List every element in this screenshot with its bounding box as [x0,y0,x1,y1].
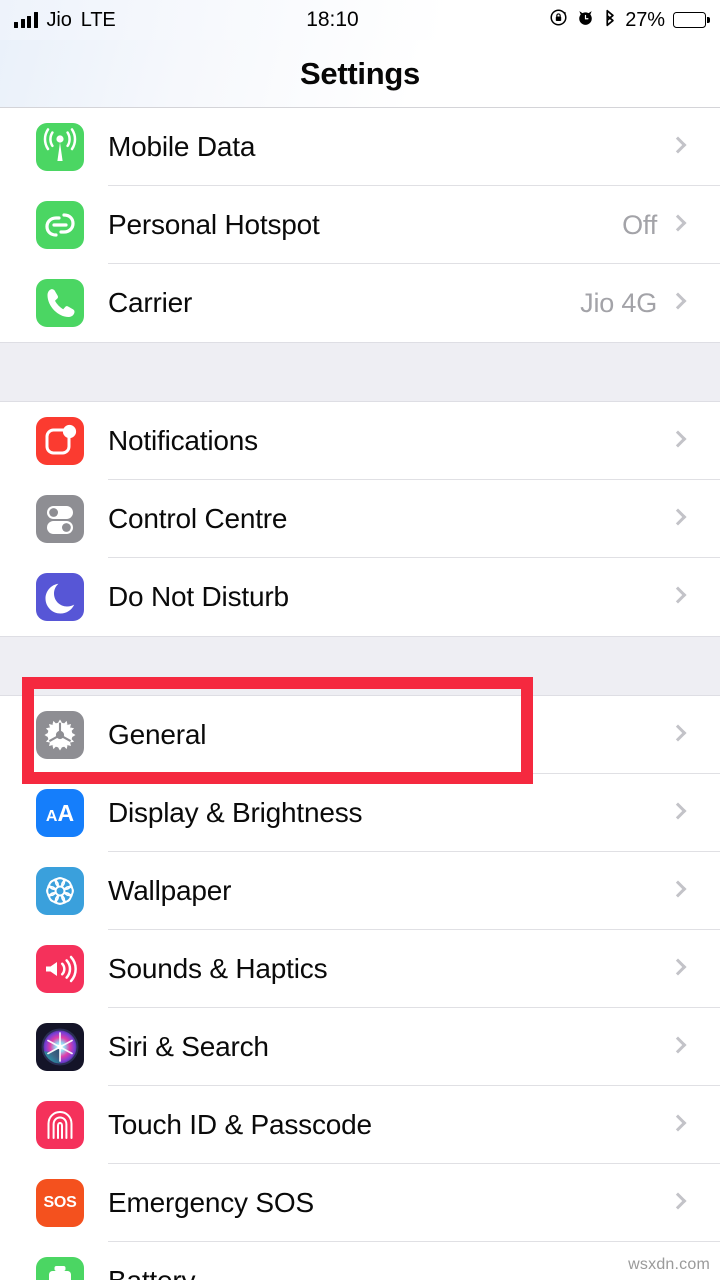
row-accessory [671,136,720,158]
siri-orb-icon [36,1023,84,1071]
sos-icon: SOS [36,1179,84,1227]
row-accessory [671,724,720,746]
watermark: wsxdn.com [628,1256,710,1273]
settings-row-siri-search[interactable]: Siri & Search [0,1008,720,1086]
phone-handset-icon [36,279,84,327]
settings-group-alerts: Notifications Control Centre Do Not Dist… [0,402,720,636]
network-type: LTE [80,8,116,31]
bluetooth-icon [603,8,617,33]
sos-glyph: SOS [43,1194,77,1211]
row-label: Touch ID & Passcode [108,1109,372,1140]
cellular-antenna-icon [36,123,84,171]
hotspot-link-icon [36,201,84,249]
status-bar-right: 27% [549,8,710,33]
row-detail-value: Jio 4G [580,287,657,318]
chevron-right-icon [671,136,684,158]
chevron-right-icon [671,214,684,236]
settings-row-sounds-haptics[interactable]: Sounds & Haptics [0,930,720,1008]
chevron-right-icon [671,1114,684,1136]
row-label: Battery [108,1265,196,1280]
row-accessory [671,880,720,902]
row-label: General [108,719,207,750]
row-accessory: Off [622,210,720,241]
clock-time: 18:10 [306,8,359,31]
rotation-lock-icon [549,8,568,32]
chevron-right-icon [671,586,684,608]
settings-row-mobile-data[interactable]: Mobile Data [0,108,720,186]
notification-badge-icon [36,417,84,465]
row-accessory [671,508,720,530]
row-label: Do Not Disturb [108,581,289,612]
chevron-right-icon [671,880,684,902]
flower-mandala-icon [36,867,84,915]
chevron-right-icon [671,430,684,452]
crescent-moon-icon [36,573,84,621]
row-detail-value: Off [622,209,657,240]
settings-group-connectivity: Mobile Data Personal Hotspot Off Carrier J… [0,108,720,342]
row-label: Mobile Data [108,131,256,162]
settings-list: Mobile Data Personal Hotspot Off Carrier J… [0,108,720,1280]
aa-glyph: AA [45,799,75,826]
signal-bars-icon [14,12,38,28]
row-label: Siri & Search [108,1031,269,1062]
chevron-right-icon [671,724,684,746]
settings-group-device: General AA Display & Brightness Wallpaper [0,696,720,1280]
toggle-switches-icon [36,495,84,543]
status-bar-left: Jio LTE [14,9,116,32]
row-accessory [671,1192,720,1214]
settings-row-personal-hotspot[interactable]: Personal Hotspot Off [0,186,720,264]
settings-row-touch-id-passcode[interactable]: Touch ID & Passcode [0,1086,720,1164]
group-separator [0,342,720,402]
row-accessory [671,802,720,824]
row-label: Sounds & Haptics [108,953,328,984]
row-accessory: Jio 4G [580,288,720,319]
speaker-waves-icon [36,945,84,993]
row-label: Emergency SOS [108,1187,314,1218]
page-title: Settings [300,56,420,91]
settings-row-general[interactable]: General [0,696,720,774]
fingerprint-icon [36,1101,84,1149]
chevron-right-icon [671,1192,684,1214]
settings-row-do-not-disturb[interactable]: Do Not Disturb [0,558,720,636]
battery-green-icon [36,1257,84,1280]
chevron-right-icon [671,958,684,980]
battery-percent-label: 27% [625,8,665,31]
alarm-clock-icon [576,8,595,32]
text-size-aa-icon: AA [36,789,84,837]
row-label: Control Centre [108,503,288,534]
row-label: Wallpaper [108,875,232,906]
row-accessory [671,430,720,452]
settings-row-carrier[interactable]: Carrier Jio 4G [0,264,720,342]
ios-settings-screen: Jio LTE 18:10 27% Settings Mobile Data P… [0,0,720,1280]
gear-icon [36,711,84,759]
group-separator [0,636,720,696]
settings-row-battery[interactable]: Battery [0,1242,720,1280]
chevron-right-icon [671,508,684,530]
chevron-right-icon [671,802,684,824]
battery-icon [673,12,710,28]
carrier-name: Jio [46,8,72,31]
navigation-bar: Settings [0,40,720,108]
row-label: Notifications [108,425,258,456]
row-label: Personal Hotspot [108,209,320,240]
settings-row-emergency-sos[interactable]: SOS Emergency SOS [0,1164,720,1242]
settings-row-control-centre[interactable]: Control Centre [0,480,720,558]
row-accessory [671,1036,720,1058]
status-bar: Jio LTE 18:10 27% [0,0,720,40]
settings-row-wallpaper[interactable]: Wallpaper [0,852,720,930]
settings-row-display-brightness[interactable]: AA Display & Brightness [0,774,720,852]
chevron-right-icon [671,1036,684,1058]
settings-row-notifications[interactable]: Notifications [0,402,720,480]
chevron-right-icon [671,292,684,314]
row-label: Display & Brightness [108,797,363,828]
row-accessory [671,586,720,608]
status-bar-center: 18:10 [116,8,550,32]
row-accessory [671,1114,720,1136]
row-accessory [671,958,720,980]
row-label: Carrier [108,287,193,318]
